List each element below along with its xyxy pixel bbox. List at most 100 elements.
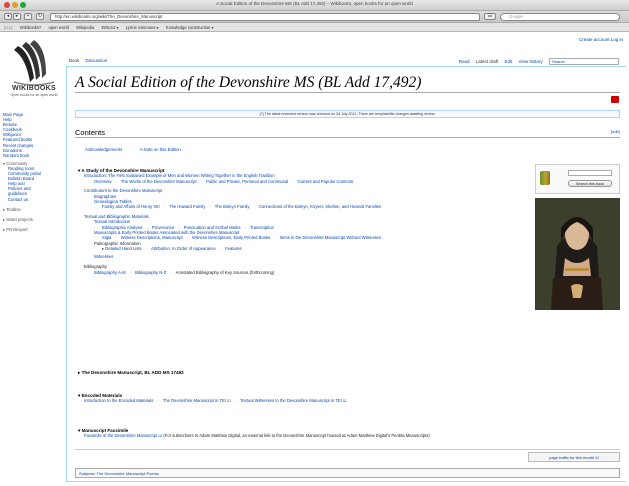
current-contexts-link[interactable]: Current and Popular Contexts [298, 179, 353, 184]
study-title-text: A Study of the Devonshire Manuscript [81, 168, 165, 173]
sidebar-item-contact[interactable]: Contact us [3, 197, 65, 202]
window-title-bar: A Social Edition of the Devonshire MS (B… [0, 0, 629, 11]
separator: · [129, 269, 132, 275]
separator: · [234, 398, 237, 404]
bib-a-m-link[interactable]: Bibliography A-M [94, 270, 126, 275]
punctuation-link[interactable]: Punctuation and Scribal Marks [184, 225, 241, 230]
facsimile-row: Facsimile of the Devonshire Manuscript ☑… [78, 433, 430, 438]
note-on-edition-link[interactable]: A Note on this Edition [140, 147, 181, 152]
browser-search-input[interactable]: Google [500, 13, 620, 21]
review-notice: [?] The latest reviewed version was chec… [75, 110, 620, 118]
separator: · [145, 246, 147, 252]
items-without-witnesses-link[interactable]: Items in the Devonshire Manuscript Witho… [280, 235, 381, 240]
encoded-title-text: Encoded Materials [81, 393, 123, 398]
sidebar-toolbox[interactable]: ▸ Toolbox [3, 207, 65, 212]
book-search-input[interactable] [568, 170, 612, 176]
acknowledgements-link[interactable]: Acknowledgements [85, 147, 122, 152]
acknowledgements-row: Acknowledgements · A Note on this Edition [75, 145, 620, 155]
manuscript-section-text: The Devonshire Manuscript, BL ADD MS 174… [81, 370, 184, 375]
boleyn-family-link[interactable]: The Boleyn Family [215, 204, 250, 209]
public-private-link[interactable]: Public and Private, Personal and Communa… [206, 179, 288, 184]
tei-link[interactable]: The Devonshire Manuscript in TEI ☑ [163, 398, 231, 403]
contents-heading: Contents [75, 128, 106, 137]
bookmarks-icon[interactable]: ☐ ☐ [4, 25, 13, 30]
howard-family-link[interactable]: The Howard Family [169, 204, 205, 209]
wiki-search-input[interactable]: Search [549, 58, 619, 65]
bookmark-item[interactable]: Lynne Simmons ▾ [126, 25, 159, 30]
address-bar[interactable]: http://en.wikibooks.org/wiki/The_Devonsh… [50, 13, 480, 21]
tab-discussion[interactable]: Discussion [86, 58, 108, 63]
reload-icon[interactable]: ↻ [36, 13, 44, 20]
pdf-icon[interactable] [611, 96, 619, 103]
provenance-link[interactable]: Provenance [152, 225, 174, 230]
separator: · [130, 147, 132, 152]
witness-books-link[interactable]: Witness Descriptions, Early Printed Book… [192, 235, 270, 240]
separator: · [244, 224, 246, 230]
bibliographic-analysis-link[interactable]: Bibliographic Analysis [102, 225, 143, 230]
tab-book[interactable]: Book [69, 58, 79, 63]
facsimile-link[interactable]: Facsimile of the Devonshire Manuscript ☑ [84, 433, 162, 438]
sidebar-sister-projects[interactable]: ▸ Sister projects [3, 217, 65, 222]
study-section: ▾ A Study of the Devonshire Manuscript I… [78, 168, 381, 275]
hand-lists-link[interactable]: Detailed Hand Lists [105, 246, 141, 251]
bookmark-item[interactable]: Wikibooks? [20, 25, 41, 30]
connections-link[interactable]: Connections of the Boleyn, Knyvet, Shelt… [259, 204, 381, 209]
tab-read[interactable]: Read [459, 59, 470, 64]
add-bookmark-icon[interactable]: + [24, 13, 32, 20]
tab-latest-draft[interactable]: Latest draft [476, 59, 499, 64]
attribution-link[interactable]: Attribution, In Order of Appearance [151, 246, 216, 251]
personal-links[interactable]: Create account Log in [579, 37, 623, 42]
separator: · [200, 178, 203, 184]
genealogical-sub-row: Family and Affairs of Henry VIII · The How… [78, 204, 381, 209]
facsimile-title-text: Manuscript Facsimile [81, 428, 129, 433]
palaeographic-sub-row: ▸ Detailed Hand Lists · Attribution, In Or… [78, 246, 381, 251]
separator: · [115, 178, 117, 184]
page-tabs: Book Discussion Read Latest draft Edit V… [67, 56, 623, 66]
works-link[interactable]: The Works of the Devonshire Manuscript [121, 179, 197, 184]
search-this-book-button[interactable]: Search this book [568, 180, 612, 187]
tab-edit[interactable]: Edit [505, 59, 513, 64]
transcription-link[interactable]: Transcription [250, 225, 274, 230]
separator: · [209, 204, 211, 210]
intro-sub-row: Overview · The Works of the Devonshire Man… [78, 179, 381, 184]
edit-section-link[interactable]: [edit] [611, 129, 620, 134]
facsimile-section: ▾ Manuscript Facsimile Facsimile of the … [78, 428, 430, 439]
forward-button[interactable]: ▸ [13, 13, 21, 20]
sidebar-item-random[interactable]: Random book [3, 153, 65, 158]
bib-n-z-link[interactable]: Bibliography N-Z [135, 270, 166, 275]
overview-link[interactable]: Overview [94, 179, 111, 184]
page-traffic-button[interactable]: page traffic for this month ☑ [528, 452, 620, 462]
separator: · [219, 246, 222, 252]
encoded-intro-link[interactable]: Introduction to the Encoded Materials [84, 398, 153, 403]
back-button[interactable]: ◂ [4, 13, 12, 20]
bookmark-item[interactable]: open world [48, 25, 69, 30]
encoded-row: Introduction to the Encoded Materials · Th… [78, 398, 347, 403]
manuscript-section[interactable]: ▸ The Devonshire Manuscript, BL ADD MS 1… [78, 370, 184, 375]
bookmark-item[interactable]: Knowledge construction ▾ [166, 25, 214, 30]
henry-viii-link[interactable]: Family and Affairs of Henry VIII [102, 204, 160, 209]
reader-button[interactable]: ☰ [484, 13, 496, 20]
separator: · [253, 204, 255, 210]
book-search-box: Search this book [535, 164, 620, 194]
sidebar: Main Page Help Browse Cookbook Wikijunio… [3, 112, 65, 232]
separator: · [292, 178, 294, 184]
separator: · [157, 398, 159, 404]
features-link[interactable]: Features [225, 246, 242, 251]
search-placeholder: Search [552, 59, 565, 64]
page-title: A Social Edition of the Devonshire MS (B… [75, 74, 422, 91]
bookmark-item[interactable]: EMLS4 ▾ [101, 25, 118, 30]
category-bar[interactable]: Subjects: The Devonshire Manuscript Poem… [75, 468, 620, 478]
tab-history[interactable]: View history [519, 59, 543, 64]
sigla-link[interactable]: Sigla [102, 235, 111, 240]
separator: · [186, 235, 189, 241]
witnesses-tei-link[interactable]: Textual Witnesses to the Devonshire Manu… [240, 398, 346, 403]
witness-ms-link[interactable]: Witness Descriptions, Manuscript [121, 235, 183, 240]
portrait-image [535, 198, 620, 310]
separator: · [115, 235, 117, 241]
separator: · [163, 204, 166, 210]
sidebar-print-export[interactable]: ▸ Print/export [3, 227, 65, 232]
bookmark-item[interactable]: Wikipedia [76, 25, 94, 30]
book-icon [540, 171, 550, 185]
bibliography-sub-row: Bibliography A-M · Bibliography N-Z · Annota… [78, 270, 381, 275]
footer-divider [75, 449, 620, 450]
